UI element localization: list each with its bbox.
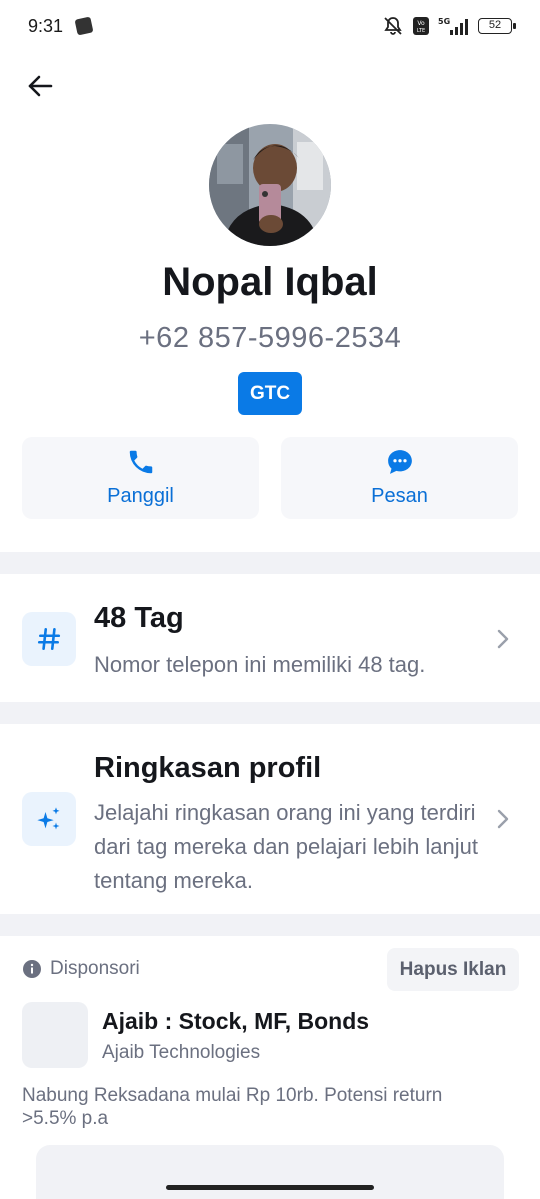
ad-cta-button[interactable] — [36, 1145, 504, 1199]
chevron-right-icon — [497, 629, 509, 649]
ad-company: Ajaib Technologies — [102, 1042, 261, 1063]
status-time: 9:31 — [28, 16, 64, 36]
muted-bell-icon — [384, 17, 402, 35]
profile-summary-title: Ringkasan profil — [94, 752, 322, 784]
status-icons: Vo LTE 5G 52 — [382, 16, 516, 36]
ad-description: Nabung Reksadana mulai Rp 10rb. Potensi … — [22, 1085, 443, 1129]
tags-title: 48 Tag — [94, 602, 184, 634]
sponsored-label: Disponsori — [22, 958, 140, 980]
tags-row[interactable]: 48 Tag Nomor telepon ini memiliki 48 tag… — [0, 574, 540, 702]
message-button[interactable]: Pesan — [281, 437, 518, 519]
section-divider — [0, 552, 540, 574]
chat-bubble-icon — [387, 450, 412, 474]
ad-app-logo[interactable] — [22, 1002, 88, 1068]
profile-summary-description: Jelajahi ringkasan orang ini yang terdir… — [94, 800, 479, 893]
battery-icon: 52 — [478, 18, 516, 34]
home-indicator[interactable] — [166, 1185, 374, 1190]
phone-icon — [129, 450, 152, 474]
svg-text:LTE: LTE — [417, 28, 425, 34]
ad-title[interactable]: Ajaib : Stock, MF, Bonds — [102, 1008, 369, 1035]
sparkles-icon — [22, 792, 76, 846]
contact-phone[interactable]: +62 857-5996-2534 — [0, 322, 540, 355]
volte-icon: Vo LTE — [413, 17, 429, 35]
profile-summary-row[interactable]: Ringkasan profil Jelajahi ringkasan oran… — [0, 724, 540, 914]
contact-name: Nopal Iqbal — [162, 260, 378, 304]
section-divider — [0, 914, 540, 936]
gtc-badge[interactable]: GTC — [238, 372, 302, 415]
call-label: Panggil — [107, 485, 174, 507]
avatar — [209, 124, 331, 246]
signal-5g-icon: 5G — [438, 17, 468, 35]
arrow-left-icon — [28, 75, 53, 97]
hashtag-icon — [22, 612, 76, 666]
chevron-right-icon — [497, 809, 509, 829]
svg-text:5G: 5G — [438, 17, 450, 26]
remove-ads-button[interactable]: Hapus Iklan — [387, 948, 519, 991]
sponsored-text: Disponsori — [50, 958, 140, 979]
info-icon — [23, 960, 41, 978]
status-bar: 9:31 Vo LTE 5G 52 — [0, 0, 540, 54]
svg-text:Vo: Vo — [417, 20, 425, 27]
section-divider — [0, 702, 540, 724]
roblox-notification-icon — [74, 16, 94, 36]
call-button[interactable]: Panggil — [22, 437, 259, 519]
message-label: Pesan — [371, 485, 428, 507]
tags-description: Nomor telepon ini memiliki 48 tag. — [94, 652, 426, 677]
back-button[interactable] — [22, 68, 58, 104]
